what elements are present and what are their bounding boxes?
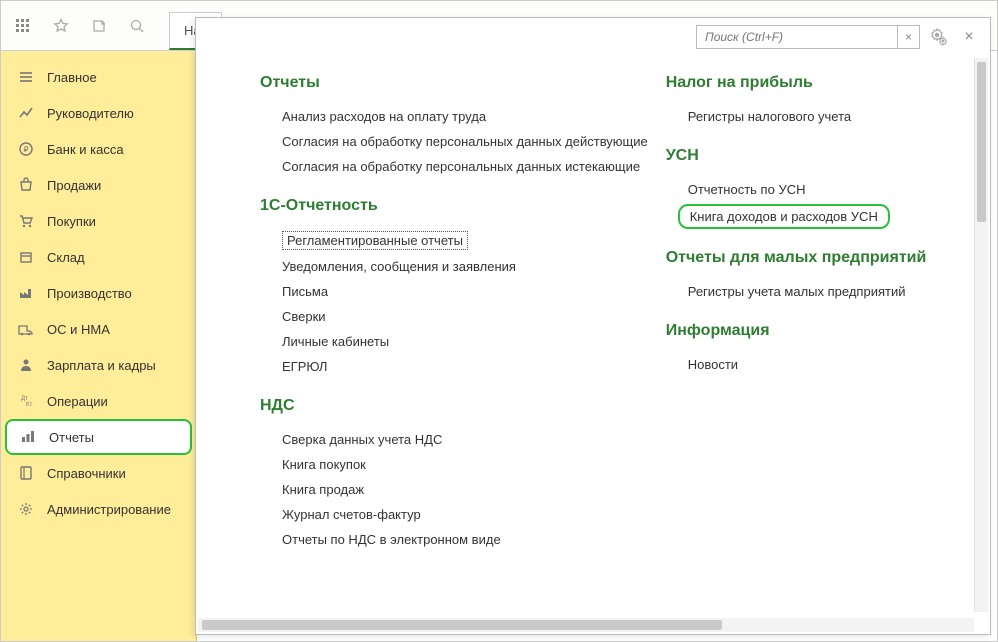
trend-icon	[17, 104, 35, 122]
menu-link[interactable]: Письма	[282, 279, 666, 304]
search-icon[interactable]	[125, 14, 149, 38]
book-icon	[17, 464, 35, 482]
link-list: Новости	[666, 352, 970, 377]
menu-link[interactable]: Новости	[688, 352, 970, 377]
link-list: Отчетность по УСНКнига доходов и расходо…	[666, 177, 970, 231]
gear-icon	[17, 500, 35, 518]
sidebar-item-7[interactable]: ОС и НМА	[1, 311, 196, 347]
menu-link[interactable]: Анализ расходов на оплату труда	[282, 104, 666, 129]
search-box: ×	[696, 25, 920, 49]
cart-icon	[17, 212, 35, 230]
truck-icon	[17, 320, 35, 338]
sidebar-item-label: Банк и касса	[47, 142, 124, 157]
panel-body: ОтчетыАнализ расходов на оплату трудаСог…	[196, 56, 990, 616]
menu-link[interactable]: Согласия на обработку персональных данны…	[282, 154, 666, 179]
sidebar-item-label: ОС и НМА	[47, 322, 110, 337]
sidebar-item-10[interactable]: Отчеты	[5, 419, 192, 455]
right-column: Налог на прибыль Регистры налогового учет…	[666, 56, 970, 606]
menu-link[interactable]: Регламентированные отчеты	[282, 231, 468, 250]
person-icon	[17, 356, 35, 374]
menu-link[interactable]: Регистры учета малых предприятий	[688, 279, 970, 304]
menu-link[interactable]: Книга доходов и расходов УСН	[678, 204, 890, 229]
menu-link[interactable]: Отчетность по УСН	[688, 177, 970, 202]
menu-icon	[17, 68, 35, 86]
sidebar-item-5[interactable]: Склад	[1, 239, 196, 275]
star-icon[interactable]	[49, 14, 73, 38]
sidebar-item-label: Продажи	[47, 178, 101, 193]
search-input[interactable]	[697, 26, 897, 48]
sidebar-item-label: Отчеты	[49, 430, 94, 445]
link-list: Сверка данных учета НДСКнига покупокКниг…	[260, 427, 666, 552]
chart-icon	[19, 428, 37, 446]
section-title[interactable]: Отчеты для малых предприятий	[666, 249, 970, 267]
sidebar-item-label: Главное	[47, 70, 97, 85]
history-icon[interactable]	[87, 14, 111, 38]
sidebar-item-11[interactable]: Справочники	[1, 455, 196, 491]
reports-panel: × × Отчеты Анализ расходов на оплату труд…	[195, 17, 991, 635]
box-icon	[17, 248, 35, 266]
sidebar-item-label: Руководителю	[47, 106, 134, 121]
menu-link[interactable]: Книга покупок	[282, 452, 666, 477]
svg-text:Кт: Кт	[26, 402, 32, 408]
sidebar-item-label: Зарплата и кадры	[47, 358, 156, 373]
section-title[interactable]: Отчеты	[260, 74, 666, 92]
sidebar-item-1[interactable]: Руководителю	[1, 95, 196, 131]
search-clear-button[interactable]: ×	[897, 26, 919, 48]
menu-link[interactable]: Книга продаж	[282, 477, 666, 502]
horizontal-scrollbar[interactable]	[198, 618, 974, 632]
menu-link[interactable]: Отчеты по НДС в электронном виде	[282, 527, 666, 552]
section-title[interactable]: НДС	[260, 397, 666, 415]
menu-link[interactable]: Сверки	[282, 304, 666, 329]
sidebar-item-label: Покупки	[47, 214, 96, 229]
menu-link[interactable]: Уведомления, сообщения и заявления	[282, 254, 666, 279]
sidebar-item-label: Склад	[47, 250, 85, 265]
sidebar-item-0[interactable]: Главное	[1, 59, 196, 95]
sidebar-item-label: Производство	[47, 286, 132, 301]
ops-icon: ДтКт	[17, 392, 35, 410]
section-title[interactable]: Информация	[666, 322, 970, 340]
svg-text:₽: ₽	[23, 145, 28, 154]
left-column: ОтчетыАнализ расходов на оплату трудаСог…	[260, 56, 666, 606]
close-button[interactable]: ×	[958, 26, 980, 48]
section-title[interactable]: Налог на прибыль	[666, 74, 970, 92]
settings-button[interactable]	[928, 26, 950, 48]
sidebar-item-label: Администрирование	[47, 502, 171, 517]
menu-link[interactable]: Журнал счетов-фактур	[282, 502, 666, 527]
link-list: Регистры налогового учета	[666, 104, 970, 129]
panel-header: × ×	[196, 18, 990, 56]
apps-icon[interactable]	[11, 14, 35, 38]
menu-link[interactable]: ЕГРЮЛ	[282, 354, 666, 379]
link-list: Регламентированные отчеты Уведомления, со…	[260, 227, 666, 379]
sidebar-item-8[interactable]: Зарплата и кадры	[1, 347, 196, 383]
bag-icon	[17, 176, 35, 194]
sidebar-item-12[interactable]: Администрирование	[1, 491, 196, 527]
link-list: Анализ расходов на оплату трудаСогласия …	[260, 104, 666, 179]
section-title[interactable]: 1С-Отчетность	[260, 197, 666, 215]
menu-link[interactable]: Согласия на обработку персональных данны…	[282, 129, 666, 154]
sidebar-item-6[interactable]: Производство	[1, 275, 196, 311]
sidebar-item-4[interactable]: Покупки	[1, 203, 196, 239]
sidebar: Главное Руководителю ₽ Банк и касса Продажи П…	[1, 51, 197, 641]
sidebar-item-2[interactable]: ₽ Банк и касса	[1, 131, 196, 167]
sidebar-item-label: Справочники	[47, 466, 126, 481]
sidebar-item-label: Операции	[47, 394, 108, 409]
link-list: Регистры учета малых предприятий	[666, 279, 970, 304]
sidebar-item-3[interactable]: Продажи	[1, 167, 196, 203]
ruble-icon: ₽	[17, 140, 35, 158]
menu-link[interactable]: Сверка данных учета НДС	[282, 427, 666, 452]
sidebar-item-9[interactable]: ДтКт Операции	[1, 383, 196, 419]
factory-icon	[17, 284, 35, 302]
menu-link[interactable]: Регистры налогового учета	[688, 104, 970, 129]
section-title[interactable]: УСН	[666, 147, 970, 165]
menu-link[interactable]: Личные кабинеты	[282, 329, 666, 354]
vertical-scrollbar[interactable]	[974, 58, 988, 612]
